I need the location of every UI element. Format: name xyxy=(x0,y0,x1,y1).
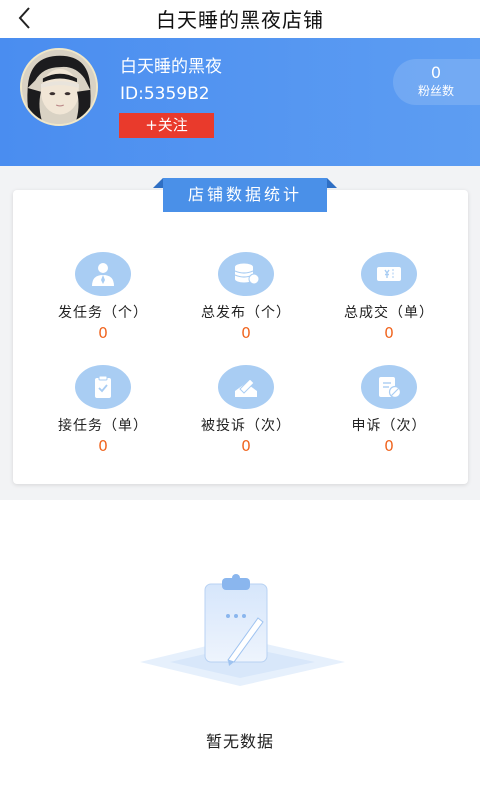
follow-button[interactable]: +关注 xyxy=(119,113,214,138)
stat-published-tasks[interactable]: 发任务（个） 0 xyxy=(43,252,163,342)
empty-state-text: 暂无数据 xyxy=(205,732,274,751)
profile-banner: 白天睡的黑夜 ID:5359B2 +关注 0 粉丝数 xyxy=(0,38,480,166)
complaint-icon xyxy=(218,365,274,409)
shop-name: 白天睡的黑夜 xyxy=(120,57,222,77)
stat-label: 发任务（个） xyxy=(58,305,148,321)
tab-fold-left xyxy=(153,178,163,188)
fans-count-box[interactable]: 0 粉丝数 xyxy=(393,59,480,105)
stat-label: 被投诉（次） xyxy=(201,418,291,434)
avatar-portrait-icon xyxy=(22,50,96,124)
stat-value: 0 xyxy=(241,437,251,455)
avatar[interactable] xyxy=(20,48,98,126)
fans-count: 0 xyxy=(430,63,442,82)
empty-clipboard-icon xyxy=(140,574,345,686)
user-suit-icon xyxy=(75,252,131,296)
stat-value: 0 xyxy=(241,324,251,342)
stat-value: 0 xyxy=(98,437,108,455)
stat-value: 0 xyxy=(98,324,108,342)
stat-label: 接任务（单） xyxy=(58,418,148,434)
navbar: 白天睡的黑夜店铺 xyxy=(0,0,480,38)
stats-section-title: 店铺数据统计 xyxy=(163,178,327,212)
stat-total-published[interactable]: 总发布（个） 0 xyxy=(186,252,306,342)
appeal-document-icon xyxy=(361,365,417,409)
shop-id: ID:5359B2 xyxy=(120,84,210,104)
stat-total-deals[interactable]: 总成交（单） 0 xyxy=(329,252,449,342)
stat-complaints[interactable]: 被投诉（次） 0 xyxy=(186,365,306,455)
tab-fold-right xyxy=(327,178,337,188)
clipboard-check-icon xyxy=(75,365,131,409)
coin-stack-icon xyxy=(218,252,274,296)
page-title: 白天睡的黑夜店铺 xyxy=(156,8,324,32)
fans-label: 粉丝数 xyxy=(417,84,454,98)
stat-accepted-tasks[interactable]: 接任务（单） 0 xyxy=(43,365,163,455)
stat-appeals[interactable]: 申诉（次） 0 xyxy=(329,365,449,455)
stat-value: 0 xyxy=(384,437,394,455)
ticket-icon xyxy=(361,252,417,296)
stat-value: 0 xyxy=(384,324,394,342)
stat-label: 总成交（单） xyxy=(344,305,434,321)
stat-label: 申诉（次） xyxy=(351,418,427,434)
stat-label: 总发布（个） xyxy=(201,305,291,321)
